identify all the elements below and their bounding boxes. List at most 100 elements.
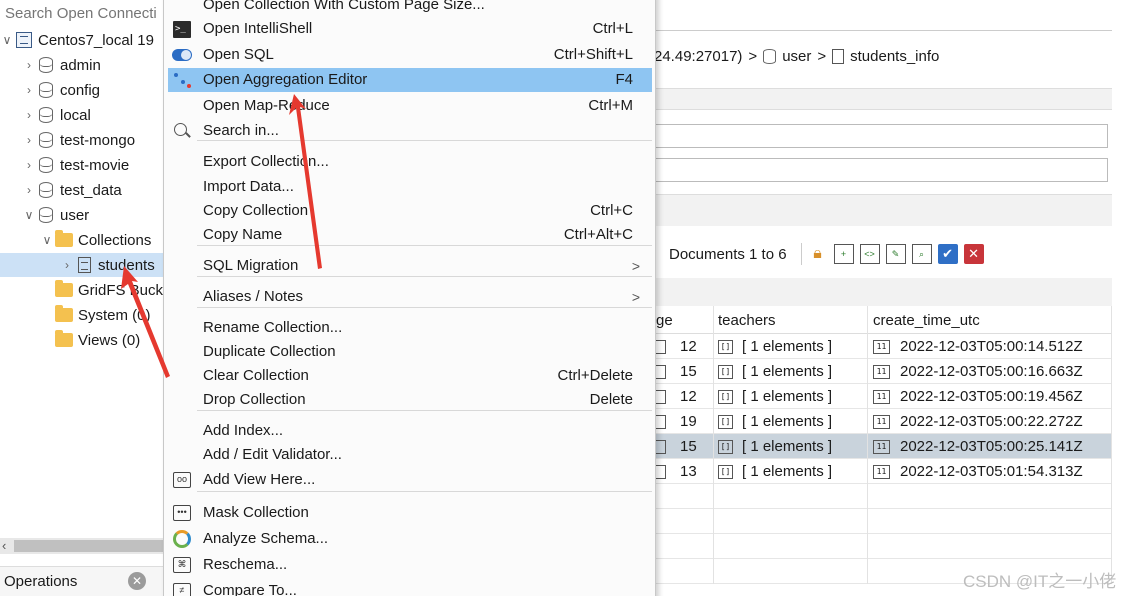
menu-item-aliases-notes[interactable]: Aliases / Notes > bbox=[168, 285, 652, 309]
menu-item-copy-name[interactable]: Copy Name Ctrl+Alt+C bbox=[168, 223, 652, 247]
menu-item-label: Import Data... bbox=[203, 178, 294, 195]
tree-db-test-data[interactable]: › test_data bbox=[0, 178, 170, 202]
tree-views-folder[interactable]: Views (0) bbox=[0, 328, 170, 352]
tree-db-admin[interactable]: › admin bbox=[0, 53, 170, 77]
cell-teachers[interactable]: [] [ 1 elements ] bbox=[714, 459, 868, 484]
connection-label: Centos7_local 19 bbox=[38, 31, 154, 49]
menu-item-shortcut: Ctrl+C bbox=[590, 202, 633, 219]
cell-age[interactable]: 15 bbox=[654, 434, 714, 459]
db-label: test_data bbox=[60, 181, 122, 199]
tree-db-test-mongo[interactable]: › test-mongo bbox=[0, 128, 170, 152]
menu-item-export-collection[interactable]: Export Collection... bbox=[168, 150, 652, 174]
table-row[interactable]: 13 [] [ 1 elements ] 11 2022-12-03T05:01:54.… bbox=[654, 459, 1112, 484]
menu-item-add-view-here[interactable]: oo Add View Here... bbox=[168, 468, 652, 492]
delete-icon[interactable]: ✕ bbox=[963, 244, 984, 264]
tree-collections-folder[interactable]: ∨ Collections bbox=[0, 228, 170, 252]
table-row[interactable]: 15 [] [ 1 elements ] 11 2022-12-03T05:00:25.… bbox=[654, 434, 1112, 459]
menu-item-mask-collection[interactable]: ••• Mask Collection bbox=[168, 501, 652, 525]
table-row[interactable]: 12 [] [ 1 elements ] 11 2022-12-03T05:00:19.… bbox=[654, 384, 1112, 409]
menu-item-reschema[interactable]: ⌘ Reschema... bbox=[168, 553, 652, 577]
tree-db-test-movie[interactable]: › test-movie bbox=[0, 153, 170, 177]
menu-item-shortcut: Ctrl+Delete bbox=[557, 367, 633, 384]
table-row[interactable]: 19 [] [ 1 elements ] 11 2022-12-03T05:00:22.… bbox=[654, 409, 1112, 434]
database-icon bbox=[36, 181, 56, 199]
find-document-icon[interactable]: ⌕ bbox=[911, 244, 932, 264]
reschema-icon: ⌘ bbox=[173, 557, 191, 573]
table-row[interactable]: 12 [] [ 1 elements ] 11 2022-12-03T05:00:14.… bbox=[654, 334, 1112, 359]
chevron-right-icon[interactable]: › bbox=[22, 83, 36, 97]
cell-create-time[interactable]: 11 2022-12-03T05:00:16.663Z bbox=[868, 359, 1112, 384]
projection-field[interactable] bbox=[654, 158, 1108, 182]
chevron-right-icon[interactable]: › bbox=[22, 133, 36, 147]
search-connections-input[interactable] bbox=[2, 2, 168, 24]
cell-teachers-value: [ 1 elements ] bbox=[742, 338, 833, 355]
chevron-down-icon[interactable]: ∨ bbox=[22, 208, 36, 222]
cell-age[interactable]: 19 bbox=[654, 409, 714, 434]
cell-teachers[interactable]: [] [ 1 elements ] bbox=[714, 334, 868, 359]
menu-item-sql-migration[interactable]: SQL Migration > bbox=[168, 254, 652, 278]
check-all-icon[interactable]: ✔ bbox=[937, 244, 958, 264]
view-document-icon[interactable]: <> bbox=[859, 244, 880, 264]
breadcrumb-host[interactable]: 24.49:27017) bbox=[654, 48, 742, 65]
cell-teachers[interactable]: [] [ 1 elements ] bbox=[714, 359, 868, 384]
breadcrumb-collection[interactable]: students_info bbox=[850, 48, 939, 65]
chevron-right-icon[interactable]: › bbox=[22, 158, 36, 172]
chevron-right-icon[interactable]: › bbox=[60, 258, 74, 272]
column-header-create-time[interactable]: create_time_utc bbox=[868, 306, 1112, 334]
menu-item-add-index[interactable]: Add Index... bbox=[168, 419, 652, 443]
cell-age[interactable]: 12 bbox=[654, 334, 714, 359]
menu-item-analyze-schema[interactable]: Analyze Schema... bbox=[168, 527, 652, 551]
menu-item-import-data[interactable]: Import Data... bbox=[168, 175, 652, 199]
menu-item-rename-collection[interactable]: Rename Collection... bbox=[168, 316, 652, 340]
query-field[interactable] bbox=[654, 124, 1108, 148]
edit-document-icon[interactable]: ✎ bbox=[885, 244, 906, 264]
menu-item-add-edit-validator[interactable]: Add / Edit Validator... bbox=[168, 443, 652, 467]
cell-age[interactable]: 13 bbox=[654, 459, 714, 484]
add-document-icon[interactable]: + bbox=[833, 244, 854, 264]
chevron-down-icon[interactable]: ∨ bbox=[0, 33, 14, 47]
cell-create-time[interactable]: 11 2022-12-03T05:00:25.141Z bbox=[868, 434, 1112, 459]
breadcrumb-database[interactable]: user bbox=[782, 48, 811, 65]
cell-teachers[interactable]: [] [ 1 elements ] bbox=[714, 384, 868, 409]
close-icon[interactable]: ✕ bbox=[128, 572, 146, 590]
menu-item-clear-collection[interactable]: Clear Collection Ctrl+Delete bbox=[168, 364, 652, 388]
cell-create-time[interactable]: 11 2022-12-03T05:01:54.313Z bbox=[868, 459, 1112, 484]
cell-teachers[interactable]: [] [ 1 elements ] bbox=[714, 434, 868, 459]
tree-collection-students[interactable]: › students bbox=[0, 253, 170, 277]
chevron-right-icon[interactable]: › bbox=[22, 108, 36, 122]
database-icon bbox=[36, 56, 56, 74]
cell-create-time[interactable]: 11 2022-12-03T05:00:22.272Z bbox=[868, 409, 1112, 434]
chevron-right-icon[interactable]: › bbox=[22, 183, 36, 197]
column-header-teachers[interactable]: teachers bbox=[714, 306, 868, 334]
chevron-down-icon[interactable]: ∨ bbox=[40, 233, 54, 247]
menu-item-compare-to[interactable]: ≠ Compare To... bbox=[168, 579, 652, 596]
database-icon bbox=[36, 131, 56, 149]
menu-item-open-custom-page-size[interactable]: Open Collection With Custom Page Size... bbox=[168, 0, 652, 17]
collection-icon bbox=[74, 256, 94, 274]
tree-horizontal-scrollbar[interactable]: ‹ bbox=[0, 538, 170, 554]
tree-db-config[interactable]: › config bbox=[0, 78, 170, 102]
tree-system-folder[interactable]: System (0) bbox=[0, 303, 170, 327]
menu-item-drop-collection[interactable]: Drop Collection Delete bbox=[168, 388, 652, 412]
table-row[interactable]: 15 [] [ 1 elements ] 11 2022-12-03T05:00:16.… bbox=[654, 359, 1112, 384]
menu-item-duplicate-collection[interactable]: Duplicate Collection bbox=[168, 340, 652, 364]
menu-item-open-map-reduce[interactable]: Open Map-Reduce Ctrl+M bbox=[168, 94, 652, 118]
cell-create-time[interactable]: 11 2022-12-03T05:00:14.512Z bbox=[868, 334, 1112, 359]
cell-age[interactable]: 15 bbox=[654, 359, 714, 384]
column-header-age[interactable]: ge bbox=[654, 306, 714, 334]
lock-icon[interactable]: 🔒︎ bbox=[808, 244, 828, 264]
menu-item-open-intellishell[interactable]: >_ Open IntelliShell Ctrl+L bbox=[168, 17, 652, 41]
tree-db-user[interactable]: ∨ user bbox=[0, 203, 170, 227]
cell-create-time[interactable]: 11 2022-12-03T05:00:19.456Z bbox=[868, 384, 1112, 409]
tree-db-local[interactable]: › local bbox=[0, 103, 170, 127]
scroll-left-icon[interactable]: ‹ bbox=[2, 538, 6, 553]
tree-gridfs-folder[interactable]: GridFS Buck bbox=[0, 278, 170, 302]
menu-item-open-sql[interactable]: Open SQL Ctrl+Shift+L bbox=[168, 43, 652, 67]
cell-teachers[interactable]: [] [ 1 elements ] bbox=[714, 409, 868, 434]
scrollbar-thumb[interactable] bbox=[14, 540, 164, 552]
tree-connection[interactable]: ∨ Centos7_local 19 bbox=[0, 28, 170, 52]
menu-item-open-aggregation-editor[interactable]: Open Aggregation Editor F4 bbox=[168, 68, 652, 92]
menu-item-copy-collection[interactable]: Copy Collection Ctrl+C bbox=[168, 199, 652, 223]
chevron-right-icon[interactable]: › bbox=[22, 58, 36, 72]
cell-age[interactable]: 12 bbox=[654, 384, 714, 409]
